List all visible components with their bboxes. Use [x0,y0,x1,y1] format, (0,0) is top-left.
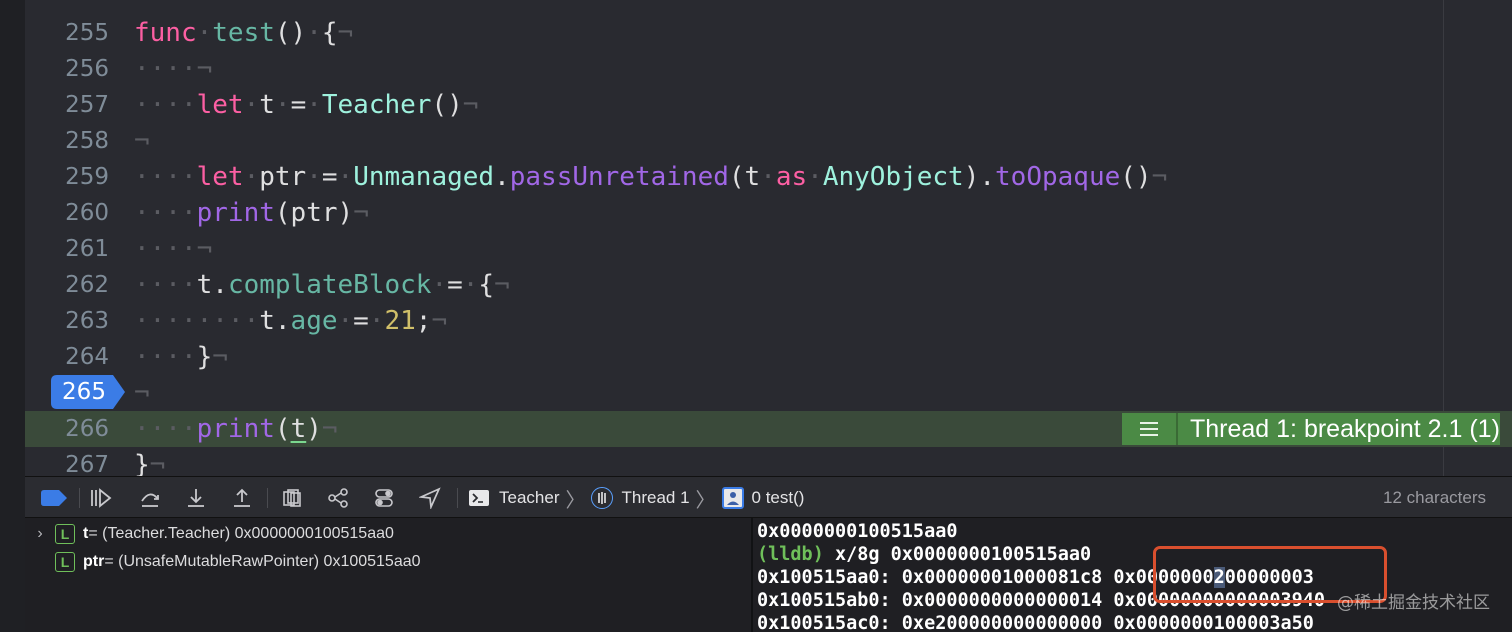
code-text: ····print(ptr)¬ [134,198,369,228]
line-number: 263 [65,308,109,334]
line-number: 260 [65,200,109,226]
line-number: 267 [65,452,109,476]
code-editor[interactable]: 254 255 func·test()·{¬ 256 ····¬ 257 ···… [25,0,1512,476]
chevron-right-icon: 〉 [565,489,586,512]
line-number: 256 [65,56,109,82]
code-text: func·test()·{¬ [134,18,354,48]
console-line: 0x100515ac0: 0xe200000000000000 0x000000… [757,613,1314,632]
lldb-prompt: (lldb) [757,544,824,565]
selection-char-count: 12 characters [1383,488,1486,507]
thread-icon [591,487,614,509]
stack-frame-icon [721,487,744,509]
line-number: 261 [65,236,109,262]
variable-value: = (UnsafeMutableRawPointer) 0x100515aa0 [104,553,421,570]
variable-value: = (Teacher.Teacher) 0x0000000100515aa0 [88,525,394,542]
code-text: ····¬ [134,234,213,264]
local-variable-badge: L [55,552,75,572]
code-text: ····let·t·=·Teacher()¬ [134,90,479,120]
breakpoint-line-number: 265 [62,379,106,405]
code-line[interactable]: 255 func·test()·{¬ [25,15,1512,51]
code-line[interactable]: 260 ····print(ptr)¬ [25,195,1512,231]
code-text: }¬ [134,450,166,476]
disclosure-triangle-icon[interactable]: › [25,525,55,543]
breadcrumb-thread[interactable]: Thread 1 [621,488,689,508]
step-out-icon[interactable] [231,487,253,509]
code-text: ····print(t)¬ [134,414,338,444]
watermark: @稀土掘金技术社区 [1337,593,1490,613]
lldb-console[interactable]: 0x0000000100515aa0 (lldb) x/8g 0x0000000… [753,518,1512,632]
variable-name: ptr [83,553,105,570]
code-text: ····¬ [134,54,213,84]
breadcrumb-target[interactable]: Teacher [499,488,559,508]
toolbar-divider [267,488,268,508]
console-line: (lldb) x/8g 0x0000000100515aa0 [757,543,1091,566]
view-hierarchy-icon[interactable] [281,487,303,509]
code-text: ····}¬ [134,342,228,372]
thread-breakpoint-badge[interactable]: Thread 1: breakpoint 2.1 (1) [1122,413,1500,445]
breadcrumb-frame[interactable]: 0 test() [752,488,805,508]
code-line[interactable]: 256 ····¬ [25,51,1512,87]
code-line[interactable]: 264 ····}¬ [25,339,1512,375]
breadcrumb: Teacher 〉 Thread 1 〉 0 test() [469,477,804,519]
console-line: 0x0000000100515aa0 [757,521,958,542]
line-number: 255 [65,20,109,46]
code-line[interactable]: 262 ····t.complateBlock·=·{¬ [25,267,1512,303]
line-number: 259 [65,164,109,190]
toolbar-divider [457,488,458,508]
toolbar-divider [79,488,80,508]
code-text: ¬ [134,378,150,408]
line-number: 257 [65,92,109,118]
environment-overrides-icon[interactable] [373,487,395,509]
continue-icon[interactable] [89,487,112,509]
local-variable-badge: L [55,524,75,544]
code-line[interactable]: 265 ¬ [25,375,1512,411]
line-number: 262 [65,272,109,298]
code-line[interactable]: 267 }¬ [25,447,1512,476]
code-text: ····let·ptr·=·Unmanaged.passUnretained(t… [134,162,1168,192]
breakpoints-toggle-icon[interactable] [41,490,67,506]
code-text: ········t.age·=·21;¬ [134,306,448,336]
console-command: x/8g 0x0000000100515aa0 [823,544,1092,565]
code-line[interactable]: 257 ····let·t·=·Teacher()¬ [25,87,1512,123]
menu-icon[interactable] [1122,413,1178,445]
step-over-icon[interactable] [139,487,161,509]
variable-row[interactable]: L ptr = (UnsafeMutableRawPointer) 0x1005… [25,548,421,576]
window-edge [0,0,25,632]
breakpoint-marker[interactable]: 265 [51,375,125,409]
memory-graph-icon[interactable] [327,487,349,509]
terminal-icon [469,490,489,506]
code-text: ¬ [134,126,150,156]
thread-badge-label: Thread 1: breakpoint 2.1 (1) [1190,415,1500,443]
line-number: 254 [25,0,109,2]
code-line[interactable]: 258 ¬ [25,123,1512,159]
variable-row[interactable]: › L t = (Teacher.Teacher) 0x000000010051… [25,520,394,548]
debug-bar: Teacher 〉 Thread 1 〉 0 test() 12 charact… [25,476,1512,518]
chevron-right-icon: 〉 [695,489,716,512]
code-line[interactable]: 261 ····¬ [25,231,1512,267]
code-line[interactable]: 263 ········t.age·=·21;¬ [25,303,1512,339]
code-text: ····t.complateBlock·=·{¬ [134,270,510,300]
line-number: 264 [65,344,109,370]
step-into-icon[interactable] [185,487,207,509]
current-line[interactable]: 266 ····print(t)¬ Thread 1: breakpoint 2… [25,411,1512,447]
line-number: 266 [65,416,109,442]
variables-view: › L t = (Teacher.Teacher) 0x000000010051… [25,518,751,632]
code-line[interactable]: 259 ····let·ptr·=·Unmanaged.passUnretain… [25,159,1512,195]
simulate-location-icon[interactable] [417,487,441,511]
line-number: 258 [65,128,109,154]
